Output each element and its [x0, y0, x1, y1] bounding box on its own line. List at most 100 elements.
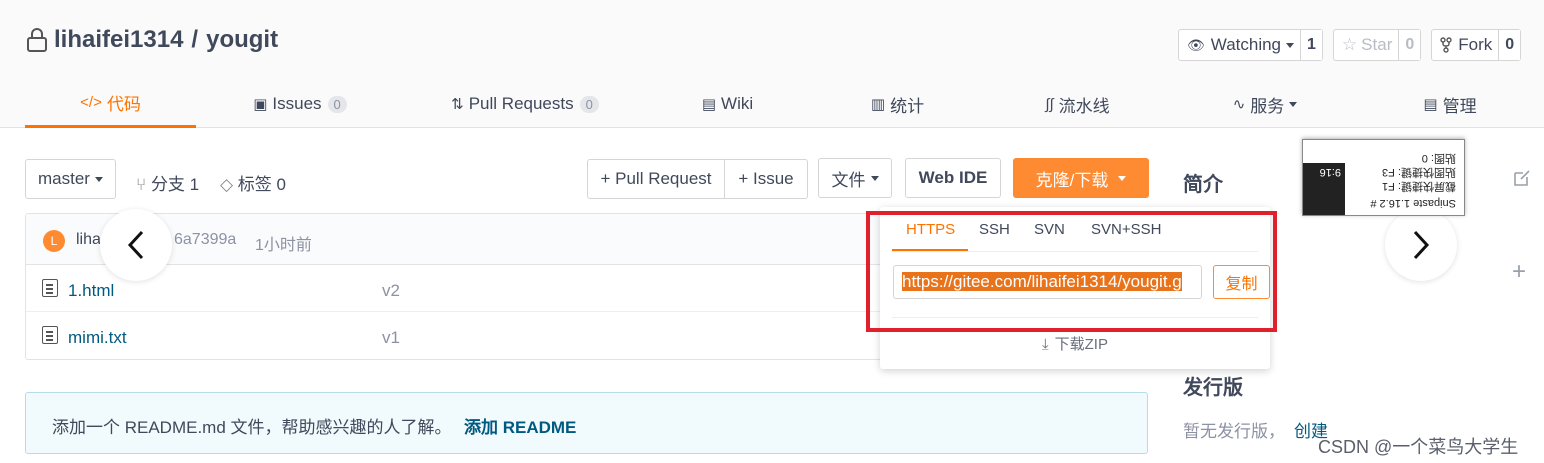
- new-issue-button[interactable]: + Issue: [724, 159, 808, 199]
- lock-icon: [27, 28, 47, 52]
- tab-wiki-label: Wiki: [721, 94, 754, 113]
- highlight-box: [866, 211, 1277, 332]
- web-ide-button[interactable]: Web IDE: [905, 158, 1001, 198]
- file-menu-button[interactable]: 文件: [818, 158, 892, 198]
- star-count[interactable]: 0: [1399, 30, 1421, 60]
- tab-pipeline[interactable]: ∫∫ 流水线: [1025, 80, 1130, 128]
- tab-code[interactable]: </> 代码: [25, 80, 196, 128]
- fork-count[interactable]: 0: [1499, 30, 1521, 60]
- tags-label: 标签 0: [237, 175, 286, 194]
- star-icon: ☆: [1341, 35, 1358, 54]
- star-label: Star: [1361, 35, 1393, 54]
- file-name[interactable]: 1.html: [68, 281, 114, 301]
- watching-button[interactable]: 👁 Watching: [1179, 30, 1302, 60]
- fork-label: Fork: [1458, 35, 1493, 54]
- chevron-down-icon: [1286, 42, 1295, 48]
- snipaste-clock: 9:16: [1303, 163, 1345, 215]
- snipaste-tooltip: Snipaste 1.16.2 # 截屏快捷键: F1 贴图快捷键: F3 贴图…: [1302, 139, 1465, 216]
- watching-count[interactable]: 1: [1301, 30, 1322, 60]
- file-name[interactable]: mimi.txt: [68, 328, 127, 348]
- commit-time: 1小时前: [255, 237, 312, 254]
- eye-icon: 👁: [1187, 36, 1205, 53]
- readme-banner: 添加一个 README.md 文件，帮助感兴趣的人了解。 添加 README: [25, 392, 1148, 454]
- tab-issues[interactable]: ▣ Issues 0: [230, 80, 370, 128]
- chevron-left-icon: [127, 230, 144, 260]
- issues-icon: ▣: [253, 96, 268, 113]
- manage-icon: ▤: [1423, 96, 1438, 113]
- intro-title: 简介: [1183, 174, 1223, 196]
- fork-button[interactable]: Fork: [1432, 30, 1500, 60]
- watermark: CSDN @一个菜鸟大学生: [1318, 437, 1519, 457]
- download-zip-link[interactable]: ⤓ 下载ZIP: [880, 333, 1270, 354]
- next-arrow-button[interactable]: [1385, 209, 1457, 281]
- chevron-down-icon: [1289, 101, 1298, 107]
- tab-wiki[interactable]: ▤ Wiki: [680, 80, 775, 128]
- tab-manage[interactable]: ▤ 管理: [1405, 80, 1495, 128]
- pipeline-icon: ∫∫: [1045, 95, 1054, 113]
- download-icon: ⤓: [1042, 336, 1049, 353]
- tab-pipeline-label: 流水线: [1058, 96, 1110, 116]
- add-readme-link[interactable]: 添加 README: [464, 413, 576, 438]
- release-title: 发行版: [1183, 377, 1243, 399]
- new-pull-request-button[interactable]: + Pull Request: [587, 159, 725, 199]
- file-commit-message[interactable]: v1: [382, 328, 400, 348]
- tab-issues-label: Issues: [272, 94, 322, 113]
- repo-title: lihaifei1314 / yougit: [26, 26, 278, 54]
- chevron-right-icon: [1413, 230, 1430, 260]
- file-icon: [42, 326, 58, 344]
- repo-separator: /: [191, 26, 199, 53]
- tab-manage-label: 管理: [1442, 96, 1477, 116]
- tab-service[interactable]: ∿ 服务: [1210, 80, 1320, 128]
- tab-pull-requests-label: Pull Requests: [468, 94, 574, 113]
- watching-button-group[interactable]: 👁 Watching 1: [1178, 29, 1323, 61]
- readme-banner-text: 添加一个 README.md 文件，帮助感兴趣的人了解。: [52, 418, 452, 437]
- snipaste-time: 9:16: [1319, 166, 1341, 178]
- add-icon[interactable]: +: [1512, 258, 1526, 286]
- service-icon: ∿: [1232, 96, 1246, 113]
- tab-service-label: 服务: [1250, 96, 1285, 116]
- commit-hash[interactable]: 6a7399a: [174, 231, 236, 249]
- tab-code-label: 代码: [106, 95, 141, 114]
- branch-select-label: master: [38, 169, 90, 188]
- repo-owner-link[interactable]: lihaifei1314: [54, 26, 183, 54]
- fork-button-group[interactable]: Fork 0: [1431, 29, 1522, 61]
- tab-stats[interactable]: ▥ 统计: [850, 80, 945, 128]
- chevron-down-icon: [870, 175, 879, 181]
- repo-tabs: </> 代码 ▣ Issues 0 ⇅ Pull Requests 0 ▤ Wi…: [0, 80, 1544, 128]
- avatar[interactable]: L: [43, 230, 65, 252]
- download-zip-label: 下载ZIP: [1054, 336, 1108, 353]
- snipaste-line-3: 贴图: 0: [1421, 152, 1456, 164]
- file-commit-message[interactable]: v2: [382, 281, 400, 301]
- repo-header: lihaifei1314 / yougit 👁 Watching 1 ☆ Sta…: [0, 0, 1544, 128]
- file-icon: [42, 279, 58, 297]
- clone-download-button[interactable]: 克隆/下载: [1013, 158, 1149, 198]
- tags-link[interactable]: ◇ 标签 0: [220, 170, 286, 195]
- edit-icon[interactable]: [1512, 168, 1532, 193]
- snipaste-title: Snipaste 1.16.2 #: [1370, 197, 1456, 209]
- pull-request-icon: ⇅: [451, 96, 464, 113]
- repo-name-link[interactable]: yougit: [206, 26, 278, 54]
- previous-arrow-button[interactable]: [100, 209, 172, 281]
- watching-label: Watching: [1210, 35, 1282, 54]
- stats-icon: ▥: [870, 96, 886, 113]
- tab-issues-badge: 0: [327, 95, 347, 113]
- star-button-group[interactable]: ☆ Star 0: [1332, 29, 1422, 61]
- chevron-down-icon: [1118, 175, 1127, 181]
- wiki-icon: ▤: [701, 96, 717, 113]
- clone-download-label: 克隆/下载: [1035, 170, 1109, 190]
- tag-icon: ◇: [220, 175, 238, 194]
- branch-select[interactable]: master: [25, 159, 116, 199]
- tab-pull-requests[interactable]: ⇅ Pull Requests 0: [430, 80, 620, 128]
- tab-stats-label: 统计: [890, 96, 925, 116]
- commit-author[interactable]: liha: [76, 231, 101, 249]
- no-release-text: 暂无发行版，: [1183, 422, 1285, 441]
- branches-label: 分支 1: [150, 175, 200, 194]
- fork-icon: [1440, 37, 1452, 53]
- branch-icon: ⑂: [136, 175, 151, 194]
- repo-actions: 👁 Watching 1 ☆ Star 0 Fork 0: [1168, 29, 1522, 61]
- branches-link[interactable]: ⑂ 分支 1: [136, 170, 199, 195]
- chevron-down-icon: [94, 176, 103, 182]
- star-button[interactable]: ☆ Star: [1334, 30, 1400, 60]
- file-menu-label: 文件: [831, 170, 866, 190]
- snipaste-line-1: 截屏快捷键: F1: [1382, 180, 1456, 192]
